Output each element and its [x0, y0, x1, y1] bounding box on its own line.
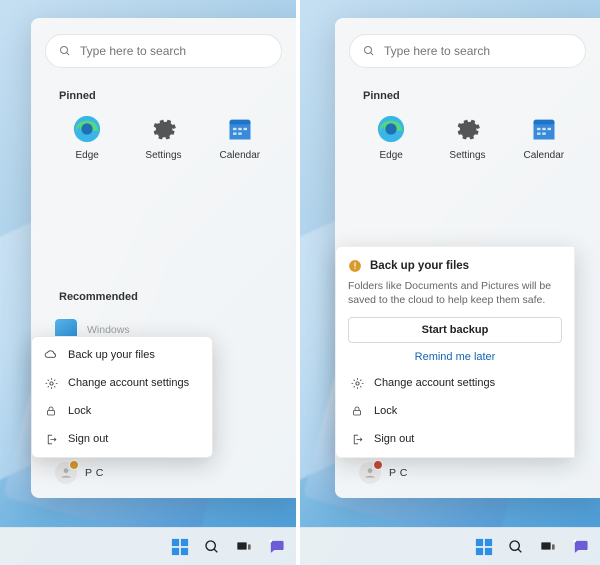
pinned-label: Calendar: [524, 150, 565, 161]
search-box[interactable]: [349, 34, 586, 68]
pinned-label: Settings: [449, 150, 485, 161]
start-backup-button[interactable]: Start backup: [348, 317, 562, 343]
pinned-app-edge[interactable]: Edge: [353, 114, 429, 161]
menu-item-lock[interactable]: Lock: [348, 397, 562, 425]
lock-icon: [350, 404, 364, 418]
task-view-icon[interactable]: [234, 537, 254, 557]
menu-item-sign-out[interactable]: Sign out: [32, 425, 212, 453]
recommended-label: Windows: [87, 324, 130, 336]
menu-label: Change account settings: [68, 377, 189, 389]
recommended-section-label: Recommended: [59, 291, 282, 303]
task-view-icon[interactable]: [538, 537, 558, 557]
user-name: P C: [85, 467, 104, 479]
search-input[interactable]: [384, 44, 573, 58]
backup-card: Back up your files Folders like Document…: [335, 246, 575, 458]
start-menu: Pinned Edge Settings Calendar: [335, 18, 600, 498]
menu-item-backup[interactable]: Back up your files: [32, 341, 212, 369]
menu-item-sign-out[interactable]: Sign out: [348, 425, 562, 453]
gear-icon: [452, 114, 482, 144]
sign-out-icon: [44, 432, 58, 446]
lock-icon: [44, 404, 58, 418]
search-icon: [58, 44, 72, 58]
pinned-label: Settings: [145, 150, 181, 161]
menu-item-change-account[interactable]: Change account settings: [348, 369, 562, 397]
menu-label: Back up your files: [68, 349, 155, 361]
menu-label: Lock: [374, 405, 397, 417]
user-name: P C: [389, 467, 408, 479]
pinned-app-edge[interactable]: Edge: [49, 114, 125, 161]
pinned-grid: Edge Settings Calendar: [349, 114, 586, 161]
user-context-menu: Back up your files Change account settin…: [31, 336, 213, 458]
sign-out-icon: [350, 432, 364, 446]
settings-small-icon: [44, 376, 58, 390]
cloud-warning-icon: [44, 348, 58, 362]
start-button[interactable]: [474, 537, 494, 557]
search-box[interactable]: [45, 34, 282, 68]
start-button[interactable]: [170, 537, 190, 557]
calendar-icon: [225, 114, 255, 144]
pinned-grid: Edge Settings Calendar: [45, 114, 282, 161]
menu-label: Change account settings: [374, 377, 495, 389]
user-row[interactable]: P C: [349, 456, 586, 490]
pinned-label: Edge: [75, 150, 98, 161]
pinned-section-label: Pinned: [363, 90, 586, 102]
edge-icon: [72, 114, 102, 144]
gear-icon: [148, 114, 178, 144]
pinned-label: Edge: [379, 150, 402, 161]
avatar: [359, 462, 381, 484]
calendar-icon: [529, 114, 559, 144]
backup-title-text: Back up your files: [370, 260, 469, 272]
pinned-app-calendar[interactable]: Calendar: [506, 114, 582, 161]
edge-icon: [376, 114, 406, 144]
menu-item-change-account[interactable]: Change account settings: [32, 369, 212, 397]
pinned-app-settings[interactable]: Settings: [429, 114, 505, 161]
settings-small-icon: [350, 376, 364, 390]
pinned-app-settings[interactable]: Settings: [125, 114, 201, 161]
menu-label: Lock: [68, 405, 91, 417]
warning-icon: [348, 259, 362, 273]
backup-description: Folders like Documents and Pictures will…: [348, 279, 562, 307]
avatar-notification-badge: [69, 460, 79, 470]
avatar-alert-badge: [373, 460, 383, 470]
user-row[interactable]: P C: [45, 456, 282, 490]
pinned-section-label: Pinned: [59, 90, 282, 102]
pinned-label: Calendar: [220, 150, 261, 161]
pinned-app-calendar[interactable]: Calendar: [202, 114, 278, 161]
search-icon: [362, 44, 376, 58]
menu-label: Sign out: [68, 433, 108, 445]
search-input[interactable]: [80, 44, 269, 58]
remind-later-link[interactable]: Remind me later: [348, 351, 562, 363]
chat-icon[interactable]: [266, 537, 286, 557]
taskbar-search-icon[interactable]: [506, 537, 526, 557]
start-menu: Pinned Edge Settings Calendar Re: [31, 18, 296, 498]
chat-icon[interactable]: [570, 537, 590, 557]
taskbar: [0, 527, 296, 565]
taskbar: [300, 527, 600, 565]
menu-label: Sign out: [374, 433, 414, 445]
avatar: [55, 462, 77, 484]
menu-item-lock[interactable]: Lock: [32, 397, 212, 425]
taskbar-search-icon[interactable]: [202, 537, 222, 557]
